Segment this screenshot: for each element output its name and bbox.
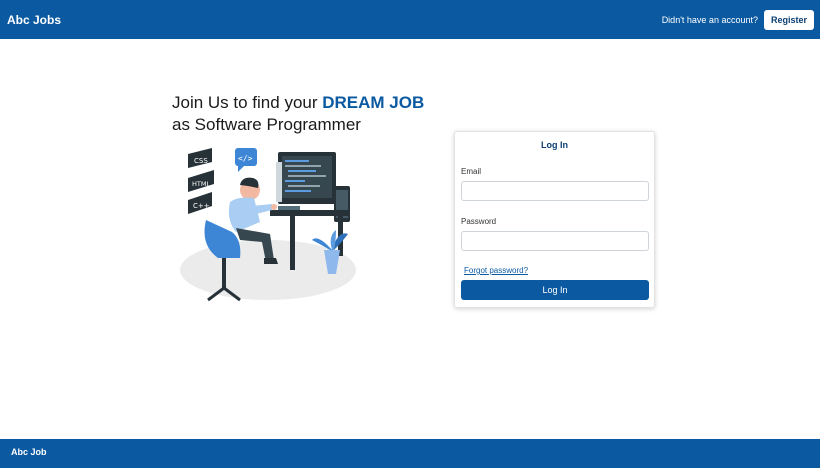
hero-title-part1: Join Us to find your (172, 93, 323, 112)
desk (270, 210, 348, 216)
password-label: Password (461, 217, 497, 226)
no-account-text: Didn't have an account? (661, 14, 758, 25)
keyboard (278, 206, 300, 210)
email-label: Email (461, 167, 482, 176)
forgot-password-link[interactable]: Forgot password? (464, 266, 528, 275)
register-button[interactable]: Register (763, 9, 814, 30)
css-badge: CSS (188, 148, 212, 168)
desk-leg-left (290, 216, 295, 270)
login-button[interactable]: Log In (461, 280, 649, 300)
login-card: Log In Email Password Forgot password? L… (454, 131, 655, 308)
hero-title-accent: DREAM JOB (322, 93, 425, 112)
cpp-badge: C++ (188, 192, 212, 214)
navbar-right: Didn't have an account? Register (661, 9, 814, 30)
html-badge-label: HTML (192, 180, 210, 188)
monitor-main (278, 152, 336, 204)
hero-title-line2: as Software Programmer (172, 115, 361, 134)
cpp-badge-label: C++ (193, 202, 210, 210)
login-title: Log In (541, 140, 568, 150)
top-navbar: Abc Jobs Didn't have an account? Registe… (0, 0, 820, 39)
email-field[interactable] (461, 181, 649, 201)
brand-logo[interactable]: Abc Jobs (7, 13, 61, 27)
css-badge-label: CSS (194, 157, 208, 165)
footer: Abc Job (0, 439, 820, 468)
code-icon-label: </> (238, 154, 253, 163)
html-badge: HTML (188, 170, 214, 192)
password-field[interactable] (461, 231, 649, 251)
hero-title: Join Us to find your DREAM JOB as Softwa… (172, 92, 452, 136)
footer-brand: Abc Job (11, 447, 47, 457)
programmer-illustration: CSS HTML C++ </> (180, 148, 356, 302)
code-icon: </> (235, 148, 257, 172)
monitor-left (276, 162, 282, 202)
